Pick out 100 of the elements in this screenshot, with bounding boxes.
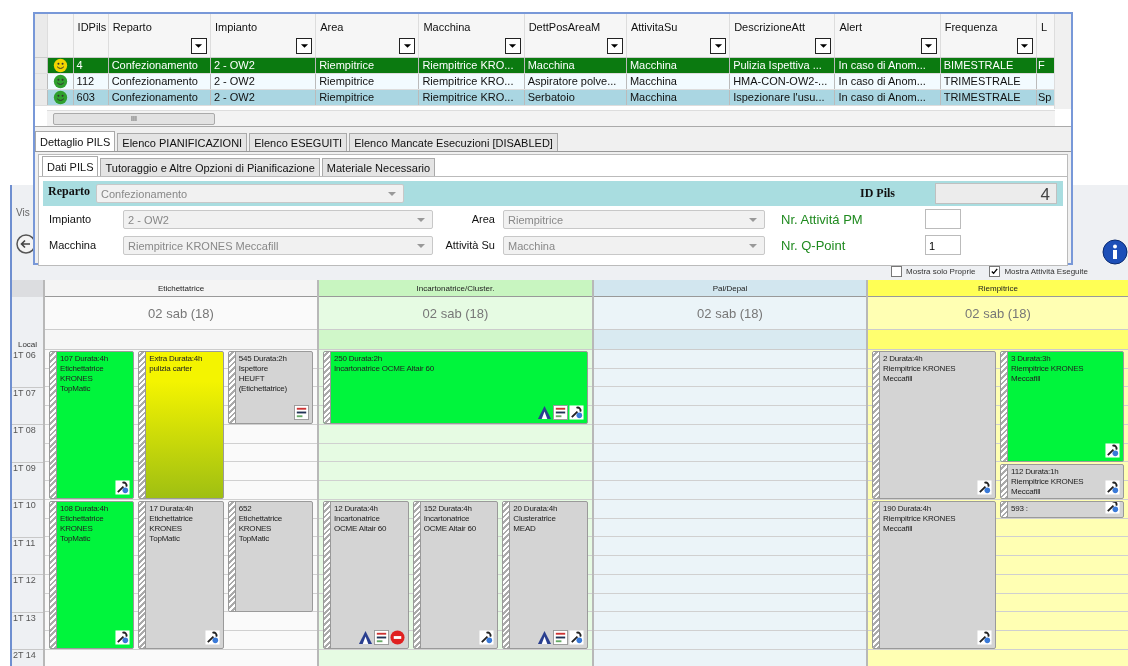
column-header[interactable]: Reparto [108, 14, 211, 57]
column-header[interactable]: DescrizioneAtt [729, 14, 835, 57]
field-label: Macchina [49, 239, 98, 251]
table-cell: TRIMESTRALE [943, 91, 1021, 103]
view-label: Vis [16, 207, 31, 218]
event-card[interactable]: 17 Durata:4h Etichettatrice KRONES TopMatic [138, 501, 224, 649]
column-header[interactable]: IDPils [73, 14, 109, 57]
event-card[interactable]: 593 : [1000, 501, 1124, 518]
wrench-icon [1105, 442, 1120, 458]
table-cell: Serbatoio [527, 91, 575, 103]
caret-icon [610, 42, 620, 49]
triangle-icon [537, 630, 552, 645]
event-card[interactable]: Extra Durata:4h pulizia carter [138, 351, 224, 499]
event-text: Etichettatrice KRONES TopMatic [149, 514, 194, 544]
wrench-icon [569, 405, 584, 420]
tab[interactable]: Materiale Necessario [321, 158, 436, 176]
tab[interactable]: Elenco ESEGUITI [249, 133, 348, 151]
event-card[interactable]: 12 Durata:4h Incartonatrice OCME Altair 60 [323, 501, 409, 649]
filter-button[interactable] [504, 37, 521, 54]
tab[interactable]: Dettaglio PILS [35, 131, 116, 151]
input-field[interactable]: 1 [925, 235, 961, 255]
event-text: pulizia carter [149, 364, 193, 374]
event-card[interactable]: 108 Durata:4h Etichettatrice KRONES TopMatic [49, 501, 135, 649]
filter-button[interactable] [296, 37, 313, 54]
table-cell: Confezionamento [111, 75, 198, 87]
table-cell: Macchina [629, 91, 677, 103]
event-card[interactable]: 652 Etichettatrice KRONES TopMatic [227, 501, 313, 612]
input-field[interactable] [925, 209, 961, 229]
column-header[interactable]: DettPosAreaM [524, 14, 627, 57]
event-title: 250 Durata:2h [334, 354, 384, 364]
filter-button[interactable] [815, 37, 832, 54]
column-header[interactable]: AttivitaSu [626, 14, 730, 57]
event-text: Incartonatrice OCME Altair 60 [334, 514, 388, 534]
column-header[interactable]: Impianto [210, 14, 316, 57]
field-label: Nr. Attivitá PM [781, 211, 864, 227]
table-cell: In caso di Anom... [838, 75, 926, 87]
caret-icon [713, 42, 723, 49]
column-header[interactable]: Area [315, 14, 419, 57]
hour-label: 1T 09 [12, 462, 43, 500]
date-label: 02 sab (18) [148, 305, 214, 321]
field-label: Reparto [48, 183, 90, 199]
table-cell: Aspiratore polve... [527, 75, 617, 87]
caret-icon [1020, 42, 1030, 49]
filter-button[interactable] [920, 37, 937, 54]
wrench-icon [115, 480, 131, 495]
table-cell: 603 [76, 91, 95, 103]
field-label: Area [470, 213, 495, 225]
event-title: 108 Durata:4h [60, 504, 110, 514]
event-card[interactable]: 2 Durata:4h Riempitrice KRONES Meccafill [872, 351, 996, 499]
event-card[interactable]: 20 Durata:4h Clusteratrice MEAD [502, 501, 588, 649]
checkbox[interactable] [891, 266, 903, 277]
column-header[interactable]: Frequenza [940, 14, 1037, 57]
table-cell: 2 - OW2 [213, 59, 255, 71]
event-card[interactable]: 152 Durata:4h Incartonatrice OCME Altair 60 [412, 501, 499, 649]
header-background [12, 280, 43, 297]
table-cell: 112 [76, 75, 95, 87]
event-card[interactable]: 190 Durata:4h Riempitrice KRONES Meccafill [872, 501, 996, 649]
event-title: 2 Durata:4h [883, 354, 924, 364]
event-card[interactable]: 545 Durata:2h Ispettore HEUFT (Etichettatrice) [227, 351, 313, 424]
caret-icon [749, 243, 757, 248]
scrollbar[interactable] [1054, 14, 1071, 109]
event-text: Etichettatrice KRONES TopMatic [238, 514, 284, 544]
event-text: Incartonatrice OCME Altair 60 [423, 514, 477, 534]
column-header[interactable]: Macchina [418, 14, 525, 57]
column-header: Pal/Depal [594, 280, 866, 297]
filter-button[interactable] [606, 37, 623, 54]
hour-label: 1T 08 [12, 425, 43, 463]
event-card[interactable]: 112 Durata:1h Riempitrice KRONES Meccafill [1000, 463, 1124, 499]
filter-button[interactable] [710, 37, 727, 54]
checkbox[interactable] [989, 266, 1001, 277]
event-card[interactable]: 107 Durata:4h Etichettatrice KRONES TopMatic [49, 351, 135, 499]
triangle-icon [357, 630, 373, 645]
field-label: Attività Su [444, 239, 495, 251]
event-text: Riempitrice KRONES Meccafill [1011, 364, 1085, 384]
tab[interactable]: Elenco PIANIFICAZIONI [117, 133, 248, 151]
table-cell: Macchina [527, 59, 575, 71]
tab[interactable]: Elenco Mancate Esecuzioni [DISABLED] [349, 133, 558, 151]
tab[interactable]: Dati PILS [42, 156, 99, 176]
wrench-icon [1105, 502, 1120, 514]
tab[interactable]: Tutoraggio e Altre Opzioni di Pianificazione [100, 158, 320, 176]
table-row[interactable]: 112 Confezionamento 2 - OW2 Riempitrice Riempitrice KRO... Aspiratore polve... Macchina HMA-CON-OW2-... In caso di Anom... TRIMESTRALE [35, 73, 1056, 89]
event-title: 545 Durata:2h [238, 354, 288, 364]
table-cell: Pulizia Ispettiva ... [733, 59, 822, 71]
filter-button[interactable] [1016, 37, 1033, 54]
table-cell: Riempitrice [319, 75, 375, 87]
table-cell: Riempitrice [319, 91, 375, 103]
event-title: 112 Durata:1h [1011, 466, 1060, 477]
date-label: 02 sab (18) [422, 305, 489, 321]
filter-button[interactable] [399, 37, 416, 54]
card-icon [373, 630, 389, 645]
hour-label: 1T 11 [12, 537, 43, 575]
event-text: Clusteratrice MEAD [513, 514, 557, 534]
info-icon[interactable] [1102, 239, 1128, 265]
table-row[interactable]: 603 Confezionamento 2 - OW2 Riempitrice Riempitrice KRO... Serbatoio Macchina Ispezionare l'usu... In caso di Anom... TRIMESTRALE Sp [35, 89, 1056, 105]
date-label: 02 sab (18) [965, 305, 1031, 321]
table-row[interactable]: 4 Confezionamento 2 - OW2 Riempitrice Riempitrice KRO... Macchina Macchina Pulizia Ispettiva ... In caso di Anom... BIMESTRALE F [35, 57, 1056, 73]
filter-button[interactable] [190, 37, 207, 54]
event-card[interactable]: 3 Durata:3h Riempitrice KRONES Meccafill [1000, 351, 1124, 462]
event-card[interactable]: 250 Durata:2h Incartonatrice OCME Altair 60 [323, 351, 588, 424]
column-header[interactable]: Alert [834, 14, 941, 57]
